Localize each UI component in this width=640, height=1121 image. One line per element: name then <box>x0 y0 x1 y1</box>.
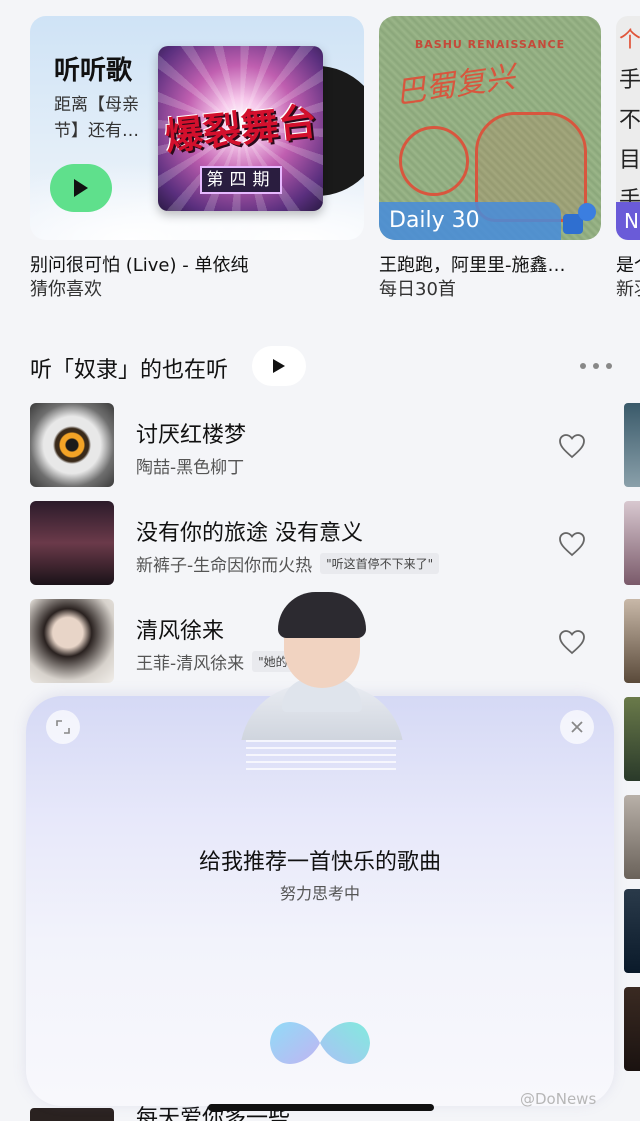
song-subtitle: 陶喆-黑色柳丁 <box>136 453 244 478</box>
song-title: 讨厌红楼梦 <box>136 423 247 448</box>
song-artist: 王菲-清风徐来 <box>136 654 245 674</box>
assistant-logo-icon <box>270 1021 370 1065</box>
heart-icon[interactable] <box>558 433 586 459</box>
comment-tag: "听这首停不下来了" <box>320 553 440 574</box>
song-artist: 陶喆-黑色柳丁 <box>136 458 245 478</box>
assistant-panel: 给我推荐一首快乐的歌曲 努力思考中 <box>26 696 614 1106</box>
cover-glyph: 目 <box>618 148 640 173</box>
close-button[interactable] <box>560 710 594 744</box>
song-subtitle: 新裤子-生命因你而火热 "听这首停不下来了" <box>136 551 440 576</box>
partial-cover <box>624 889 640 973</box>
song-title: 没有你的旅途 没有意义 <box>136 521 363 546</box>
card-listen-songs[interactable]: 听听歌 距离【母亲节】还有… 爆裂舞台 第四期 <box>30 16 364 240</box>
home-indicator[interactable] <box>208 1104 434 1111</box>
song-row[interactable]: 讨厌红楼梦 陶喆-黑色柳丁 <box>0 403 624 489</box>
watermark: @DoNews <box>520 1090 597 1108</box>
heart-icon[interactable] <box>558 531 586 557</box>
partial-cover <box>624 987 640 1071</box>
play-icon <box>273 359 285 373</box>
song-cover <box>30 599 114 683</box>
more-options-icon[interactable] <box>580 360 612 372</box>
partial-cover <box>624 403 640 487</box>
partial-cover <box>624 599 640 683</box>
assistant-query: 给我推荐一首快乐的歌曲 <box>198 850 441 875</box>
cover-top-text: BASHU RENAISSANCE <box>414 38 566 51</box>
song-cover <box>30 403 114 487</box>
card-caption-secondary: 每日30首 <box>379 279 456 300</box>
song-title: 清风徐来 <box>136 619 225 644</box>
card-caption[interactable]: 别问很可怕 (Live) - 单依纯 <box>30 251 248 277</box>
assistant-status: 努力思考中 <box>279 884 360 903</box>
expand-icon <box>56 720 70 734</box>
card-partial[interactable]: 个 手 不 目 手 N <box>616 16 640 240</box>
cover-glyph: 不 <box>618 108 640 133</box>
cover-script-text: 巴蜀复兴 <box>393 59 518 112</box>
daily-logo-icon <box>563 203 596 234</box>
card-title: 听听歌 <box>54 56 133 86</box>
play-button[interactable] <box>50 164 112 212</box>
partial-cover <box>624 501 640 585</box>
card-daily-30[interactable]: BASHU RENAISSANCE 巴蜀复兴 Daily 30 <box>379 16 601 240</box>
section-title: 听「奴隶」的也在听 <box>30 358 229 383</box>
heart-icon[interactable] <box>558 629 586 655</box>
card-caption-secondary: 新羽 <box>616 279 640 300</box>
cover-illustration <box>399 126 469 196</box>
partial-cover <box>624 697 640 781</box>
cover-glyph: 个 <box>618 28 640 53</box>
expand-button[interactable] <box>46 710 80 744</box>
card-caption[interactable]: 是个 <box>616 251 640 277</box>
song-artist: 新裤子-生命因你而火热 <box>136 556 313 576</box>
song-cover <box>30 1108 114 1121</box>
partial-cover <box>624 795 640 879</box>
daily-badge: Daily 30 <box>379 202 561 240</box>
cover-glyph: 手 <box>618 68 640 93</box>
card-badge: N <box>616 202 640 240</box>
song-row[interactable]: 没有你的旅途 没有意义 新裤子-生命因你而火热 "听这首停不下来了" <box>0 501 624 587</box>
song-cover <box>30 501 114 585</box>
close-icon <box>571 721 583 733</box>
assistant-avatar <box>238 592 406 740</box>
section-play-button[interactable] <box>252 346 306 386</box>
album-episode: 第四期 <box>200 166 282 194</box>
play-icon <box>74 179 88 197</box>
card-caption-secondary: 猜你喜欢 <box>30 279 102 300</box>
card-caption[interactable]: 王跑跑，阿里里-施鑫… <box>379 251 615 277</box>
card-subtitle: 距离【母亲节】还有… <box>54 95 139 141</box>
album-cover: 爆裂舞台 第四期 <box>158 46 323 211</box>
